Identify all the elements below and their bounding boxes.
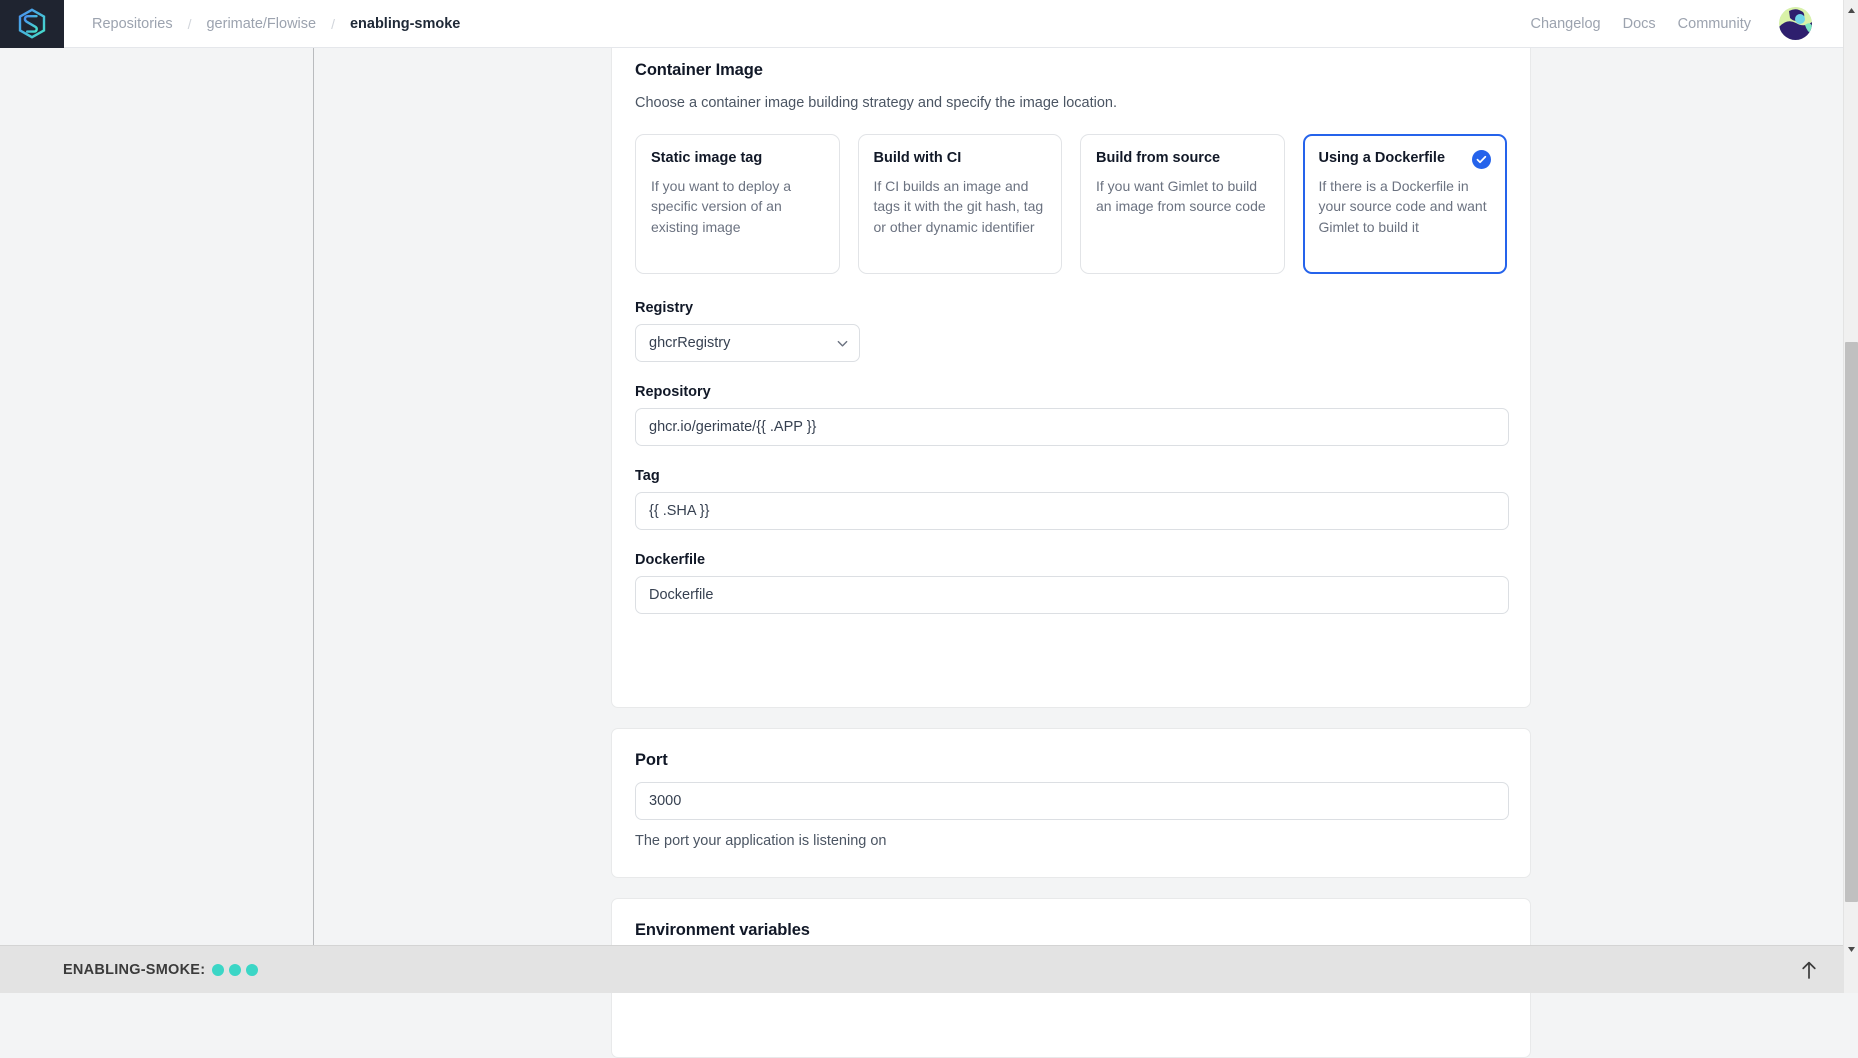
status-dot: [229, 963, 242, 976]
tag-label: Tag: [635, 468, 660, 484]
status-dots: [212, 963, 259, 976]
scrollbar-up-arrow-icon[interactable]: [1844, 2, 1858, 18]
scrollbar-down-arrow-icon[interactable]: [1844, 941, 1858, 957]
strategy-card-description: If you want to deploy a specific version…: [651, 177, 792, 235]
page-title: Container Image: [635, 61, 763, 79]
check-circle-icon: [1472, 150, 1491, 169]
avatar[interactable]: [1779, 7, 1812, 40]
strategy-card-description: If you want Gimlet to build an image fro…: [1096, 177, 1266, 215]
breadcrumb-current-env: enabling-smoke: [349, 15, 461, 32]
strategy-card-title: Static image tag: [651, 150, 763, 166]
nav-link-changelog[interactable]: Changelog: [1530, 16, 1600, 32]
container-image-subtitle: Choose a container image building strate…: [635, 95, 1118, 111]
main-content-area: Container Image Choose a container image…: [315, 38, 1843, 1058]
strategy-card-list: Static image tag If you want to deploy a…: [635, 134, 1507, 274]
gimlet-hexagon-logo-icon: [17, 7, 47, 40]
nav-link-docs[interactable]: Docs: [1623, 16, 1656, 32]
nav-link-community[interactable]: Community: [1678, 16, 1751, 32]
tag-input[interactable]: [635, 492, 1509, 530]
strategy-card-description: If CI builds an image and tags it with t…: [873, 177, 1044, 235]
scrollbar-thumb[interactable]: [1845, 342, 1858, 902]
strategy-card-build-with-ci[interactable]: Build with CI If CI builds an image and …: [857, 134, 1062, 274]
port-helper-text: The port your application is listening o…: [635, 833, 887, 849]
page-body: Container Image Choose a container image…: [0, 38, 1858, 1058]
strategy-card-using-a-dockerfile[interactable]: Using a Dockerfile If there is a Dockerf…: [1302, 134, 1507, 274]
breadcrumb-separator-1: /: [187, 15, 192, 32]
strategy-card-title: Build from source: [1096, 150, 1221, 166]
vertical-scrollbar[interactable]: [1843, 0, 1858, 993]
breadcrumb-separator-2: /: [331, 15, 335, 32]
repository-input[interactable]: [635, 408, 1509, 446]
strategy-card-description: If there is a Dockerfile in your source …: [1318, 177, 1487, 235]
dockerfile-label: Dockerfile: [635, 552, 706, 568]
breadcrumb-org-repo[interactable]: gerimate/Flowise: [202, 14, 320, 34]
registry-select[interactable]: ghcrRegistry: [635, 324, 860, 362]
strategy-card-build-from-source[interactable]: Build from source If you want Gimlet to …: [1080, 134, 1285, 274]
breadcrumb-repositories[interactable]: Repositories: [88, 14, 177, 34]
container-image-card: Container Image Choose a container image…: [611, 38, 1531, 708]
status-dot: [212, 963, 225, 976]
arrow-up-icon[interactable]: [1800, 960, 1818, 980]
registry-label: Registry: [635, 300, 694, 316]
breadcrumb: Repositories / gerimate/Flowise / enabli…: [88, 14, 464, 34]
registry-select-wrapper: ghcrRegistry: [635, 324, 860, 362]
strategy-card-title: Build with CI: [873, 150, 962, 166]
bottom-status-bar: ENABLING-SMOKE:: [0, 945, 1843, 993]
strategy-card-static-image-tag[interactable]: Static image tag If you want to deploy a…: [635, 134, 840, 274]
registry-select-value: ghcrRegistry: [649, 335, 731, 351]
top-nav-links: Changelog Docs Community: [1530, 7, 1858, 40]
top-navigation-bar: Repositories / gerimate/Flowise / enabli…: [0, 0, 1858, 48]
status-dot: [246, 963, 259, 976]
port-card: Port The port your application is listen…: [611, 728, 1531, 878]
app-logo[interactable]: [0, 0, 64, 48]
status-bar-app-label: ENABLING-SMOKE:: [63, 961, 206, 978]
dockerfile-input[interactable]: [635, 576, 1509, 614]
port-input[interactable]: [635, 782, 1509, 820]
repository-label: Repository: [635, 384, 711, 400]
environment-variables-title: Environment variables: [635, 921, 810, 939]
port-section-title: Port: [635, 751, 668, 769]
strategy-card-title: Using a Dockerfile: [1318, 150, 1446, 166]
left-sidebar-rail: [0, 48, 314, 945]
